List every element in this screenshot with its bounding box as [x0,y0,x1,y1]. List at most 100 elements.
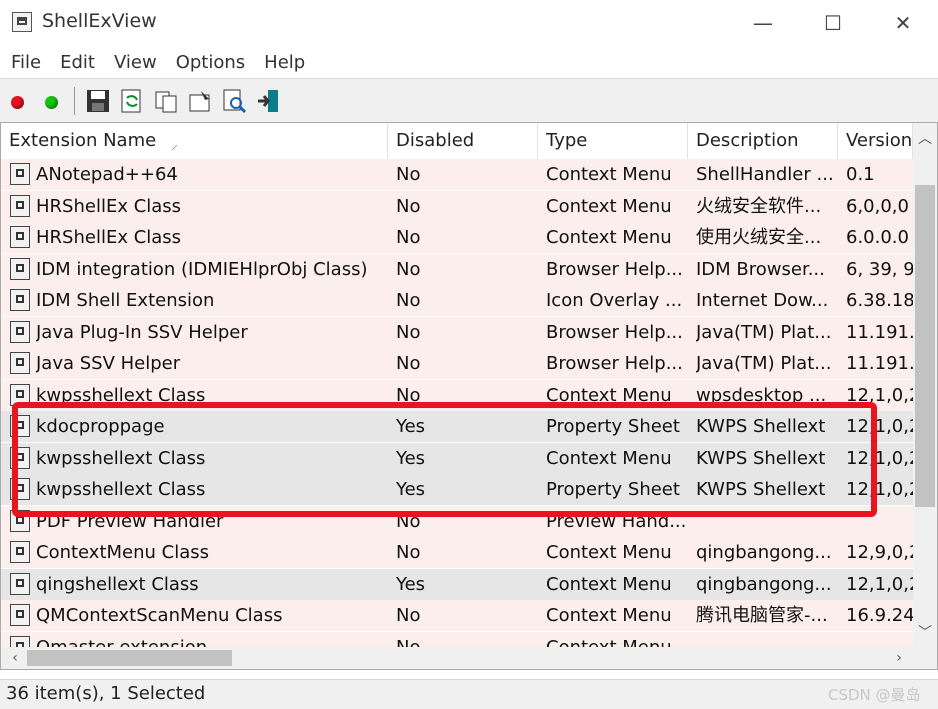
cell-disabled: Yes [396,573,426,595]
watermark: CSDN @曼岛 [828,686,921,704]
cell-extension-name: ContextMenu Class [36,542,210,563]
cell-disabled: No [396,164,421,185]
column-version[interactable]: Version [838,123,913,159]
cell-version: 12,1,0,2 [846,573,913,595]
vertical-scroll-thumb[interactable] [915,185,935,507]
cell-description: ShellHandler ... [696,164,834,185]
cell-type: Browser Help... [546,353,683,374]
cell-extension-name: HRShellEx Class [36,227,182,248]
column-extension-name[interactable]: Extension Name ⸝ [1,123,388,159]
properties-icon[interactable] [187,88,213,114]
vertical-scrollbar[interactable]: ︿ ﹀ [913,123,937,647]
scroll-left-arrow-icon[interactable]: ‹ [3,648,27,668]
table-row[interactable]: ContextMenu Class No Context Menu qingbango… [1,537,913,568]
scroll-right-arrow-icon[interactable]: › [887,648,911,668]
cell-type: Context Menu [546,227,672,248]
status-text: 36 item(s), 1 Selected [6,683,206,704]
cell-description: qingbangong... [696,542,832,563]
column-description[interactable]: Description [688,123,838,159]
horizontal-scroll-thumb[interactable] [27,650,232,666]
cell-disabled: No [396,227,421,248]
cell-disabled: No [396,195,421,217]
cell-type: Browser Help... [546,258,683,280]
cell-type: Browser Help... [546,321,683,343]
column-header-row: Extension Name ⸝ Disabled Type Descripti… [1,123,913,160]
scroll-up-arrow-icon[interactable]: ︿ [913,129,937,149]
menu-bar: File Edit View Options Help [0,46,938,78]
window-title: ShellExView [42,10,157,32]
cell-extension-name: qingshellext Class [36,573,199,595]
cell-disabled: No [396,605,421,626]
enable-green-dot-icon[interactable] [45,96,58,109]
save-icon[interactable] [85,88,111,114]
cell-description: Java(TM) Plat... [696,353,832,374]
menu-options[interactable]: Options [165,52,253,73]
table-row[interactable]: ANotepad++64 No Context Menu ShellHandler .… [1,159,913,190]
cell-version: 6.0.0.0 [846,227,909,248]
cell-disabled: No [396,321,421,343]
cell-description: 腾讯电脑管家-... [696,605,828,626]
minimize-button[interactable]: — [728,0,798,46]
disable-red-dot-icon[interactable] [11,96,24,109]
horizontal-scrollbar[interactable]: ‹ › [1,647,913,669]
cell-version: 12,9,0,2 [846,542,913,563]
cell-version: 6,0,0,0 [846,195,909,217]
cell-version: 0.1 [846,164,875,185]
column-extension-name-label: Extension Name [9,130,157,151]
red-highlight-annotation [12,402,877,517]
status-bar: 36 item(s), 1 Selected [0,679,938,709]
cell-type: Context Menu [546,605,672,626]
toolbar-separator [74,87,75,115]
find-icon[interactable] [221,88,247,114]
cell-extension-name: Java Plug-In SSV Helper [36,321,248,343]
cell-disabled: No [396,290,421,311]
extension-file-icon [10,257,30,280]
cell-description: IDM Browser... [696,258,825,280]
cell-description: 使用火绒安全... [696,227,822,248]
extension-file-icon [10,320,30,343]
exit-icon[interactable] [256,88,282,114]
column-type[interactable]: Type [538,123,688,159]
scroll-down-arrow-icon[interactable]: ﹀ [913,623,937,643]
table-row[interactable]: HRShellEx Class No Context Menu 使用火绒安全... 6.… [1,222,913,253]
table-row[interactable]: IDM integration (IDMIEHlprObj Class) No Br… [1,253,913,285]
app-icon [12,12,32,32]
cell-description: Java(TM) Plat... [696,321,832,343]
extension-file-icon [10,541,30,563]
copy-icon[interactable] [153,88,179,114]
cell-disabled: No [396,258,421,280]
cell-version: 16.9.247 [846,605,913,626]
cell-extension-name: IDM integration (IDMIEHlprObj Class) [36,258,368,280]
cell-disabled: No [396,542,421,563]
cell-extension-name: QMContextScanMenu Class [36,605,283,626]
column-disabled[interactable]: Disabled [388,123,538,159]
cell-version: 11.191.2 [846,353,913,374]
menu-edit[interactable]: Edit [49,52,103,73]
table-row[interactable]: Java SSV Helper No Browser Help... Java(TM)… [1,348,913,379]
table-row[interactable]: qingshellext Class Yes Context Menu qingban… [1,568,913,600]
table-row[interactable]: HRShellEx Class No Context Menu 火绒安全软件... 6,… [1,190,913,222]
sort-indicator-icon: ⸝ [171,137,178,153]
table-row[interactable]: IDM Shell Extension No Icon Overlay ... Int… [1,285,913,316]
cell-extension-name: ANotepad++64 [36,164,178,185]
cell-extension-name: Java SSV Helper [36,353,181,374]
table-row[interactable]: Java Plug-In SSV Helper No Browser Help...… [1,316,913,348]
extension-file-icon [10,163,30,185]
extension-file-icon [10,604,30,626]
cell-description: qingbangong... [696,573,832,595]
cell-type: Icon Overlay ... [546,290,683,311]
menu-view[interactable]: View [103,52,165,73]
close-button[interactable]: ✕ [868,0,938,46]
extension-file-icon [10,289,30,311]
extension-file-icon [10,194,30,217]
menu-file[interactable]: File [0,52,49,73]
toolbar [0,78,938,122]
cell-disabled: No [396,353,421,374]
extension-file-icon [10,572,30,595]
cell-type: Context Menu [546,195,672,217]
extensions-list[interactable]: Extension Name ⸝ Disabled Type Descripti… [0,122,938,670]
table-row[interactable]: QMContextScanMenu Class No Context Menu 腾讯电… [1,600,913,631]
maximize-button[interactable]: ☐ [798,0,868,46]
menu-help[interactable]: Help [253,52,313,73]
refresh-icon[interactable] [119,88,145,114]
